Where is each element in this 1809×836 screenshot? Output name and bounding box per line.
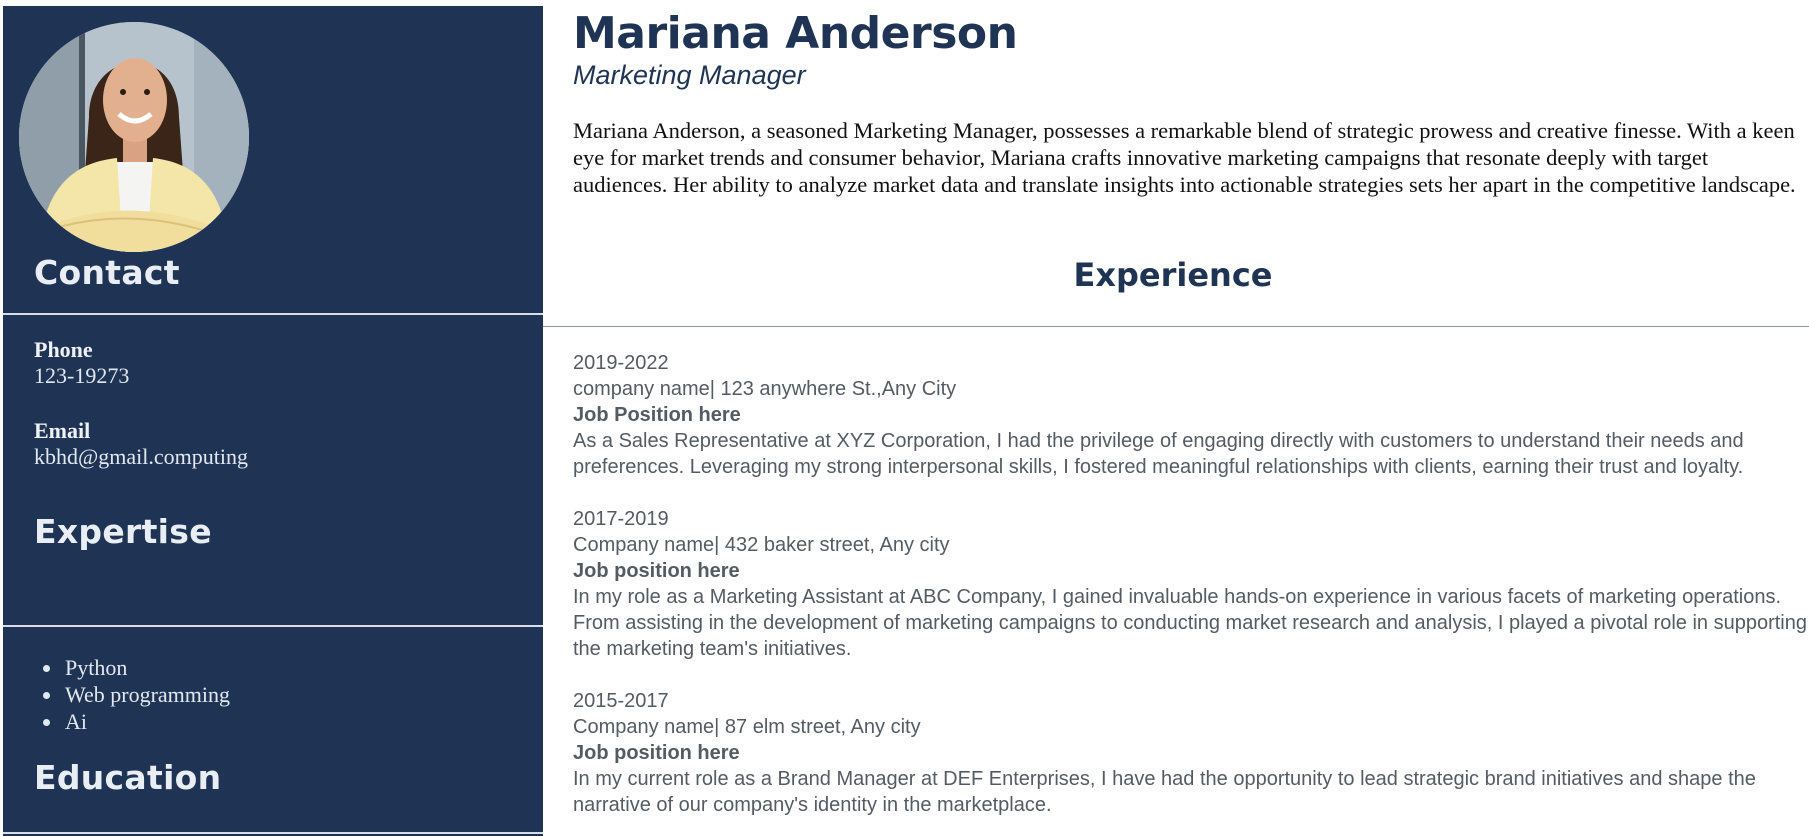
job-period: 2015-2017 xyxy=(573,690,669,712)
bullet-icon xyxy=(43,665,50,672)
job-description: As a Sales Representative at XYZ Corpora… xyxy=(573,430,1744,478)
phone-value: 123-19273 xyxy=(34,363,130,388)
experience-entry: 2015-2017 Company name| 87 elm street, A… xyxy=(573,688,1809,818)
profile-photo-image xyxy=(19,22,249,252)
education-heading: Education xyxy=(34,758,222,797)
email-value: kbhd@gmail.computing xyxy=(34,444,248,469)
job-company: Company name| 87 elm street, Any city xyxy=(573,716,921,738)
skill-item: Python xyxy=(34,654,230,681)
job-position: Job position here xyxy=(573,560,740,582)
skill-label: Web programming xyxy=(65,682,231,707)
candidate-name: Mariana Anderson xyxy=(573,8,1018,59)
bullet-icon xyxy=(43,692,50,699)
contact-divider xyxy=(3,313,543,315)
skill-label: Python xyxy=(65,655,128,680)
job-description: In my role as a Marketing Assistant at A… xyxy=(573,586,1807,660)
candidate-title: Marketing Manager xyxy=(573,60,806,90)
email-label: Email xyxy=(34,418,91,443)
expertise-heading: Expertise xyxy=(34,512,212,551)
bullet-icon xyxy=(43,719,50,726)
job-period: 2019-2022 xyxy=(573,352,669,374)
education-divider xyxy=(3,832,543,834)
job-position: Job position here xyxy=(573,742,740,764)
job-description: In my current role as a Brand Manager at… xyxy=(573,768,1756,816)
skill-label: Ai xyxy=(65,709,87,734)
skill-item: Ai xyxy=(34,708,230,735)
profile-photo xyxy=(19,22,249,252)
experience-heading: Experience xyxy=(1073,256,1273,294)
experience-entry: 2019-2022 company name| 123 anywhere St.… xyxy=(573,350,1809,480)
expertise-divider xyxy=(3,625,543,627)
job-position: Job Position here xyxy=(573,404,741,426)
main-content: Mariana Anderson Marketing Manager Maria… xyxy=(543,0,1809,836)
skill-item: Web programming xyxy=(34,681,230,708)
sidebar: Contact Phone 123-19273 Email kbhd@gmail… xyxy=(3,6,543,836)
phone-label: Phone xyxy=(34,337,93,362)
skills-list: Python Web programming Ai xyxy=(34,654,230,735)
job-company: company name| 123 anywhere St.,Any City xyxy=(573,378,957,400)
experience-divider xyxy=(543,326,1809,327)
experience-entry: 2017-2019 Company name| 432 baker street… xyxy=(573,506,1809,662)
job-period: 2017-2019 xyxy=(573,508,669,530)
job-company: Company name| 432 baker street, Any city xyxy=(573,534,950,556)
profile-summary: Mariana Anderson, a seasoned Marketing M… xyxy=(573,118,1796,197)
contact-heading: Contact xyxy=(34,253,180,292)
